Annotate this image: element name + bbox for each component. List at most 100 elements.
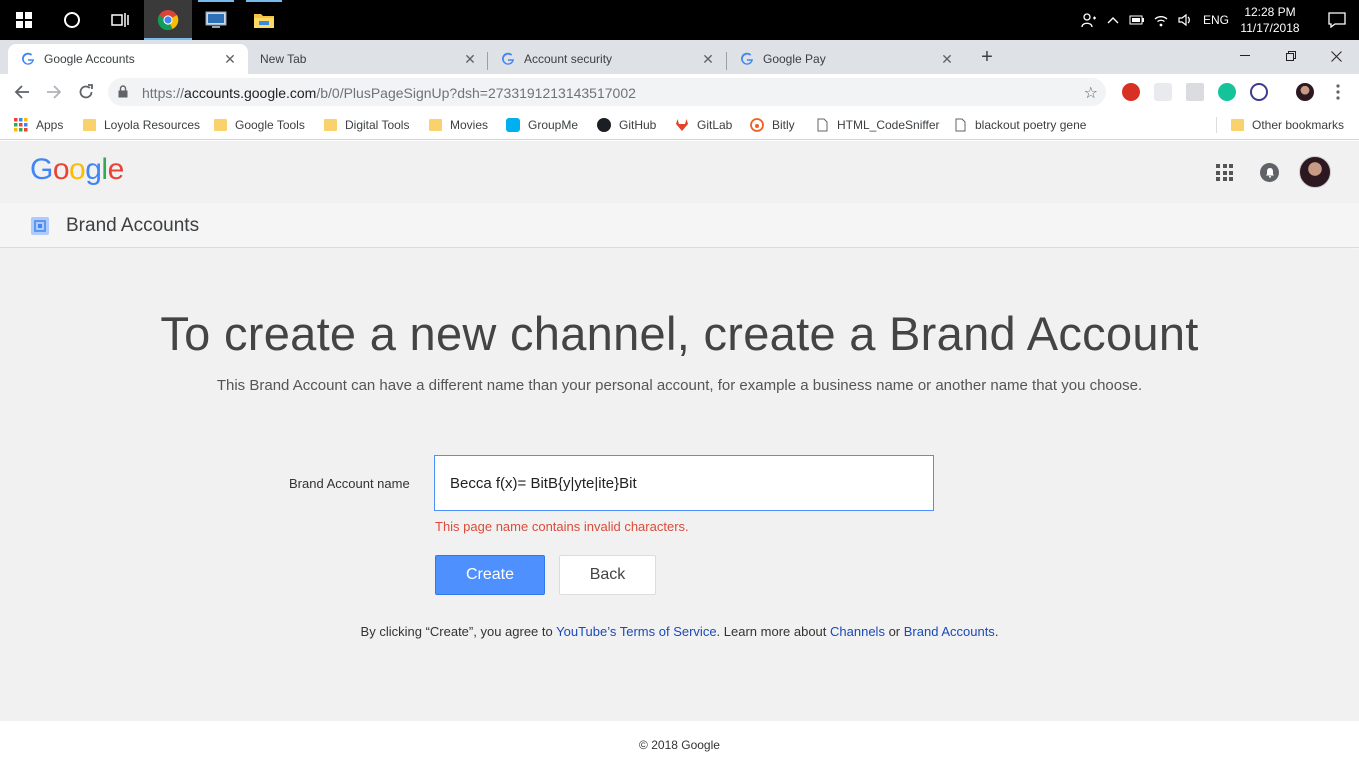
volume-icon[interactable] <box>1173 0 1197 40</box>
page-icon <box>817 118 828 132</box>
windows-taskbar: ENG 12:28 PM 11/17/2018 <box>0 0 1359 40</box>
chevron-up-icon[interactable] <box>1101 0 1125 40</box>
forward-arrow-icon[interactable] <box>42 80 66 104</box>
tab-google-accounts[interactable]: Google Accounts ✕ <box>8 44 248 74</box>
back-arrow-icon[interactable] <box>10 80 34 104</box>
document-extension-icon[interactable] <box>1186 83 1204 101</box>
create-button[interactable]: Create <box>435 555 545 595</box>
bookmark-apps[interactable]: Apps <box>14 116 63 134</box>
channels-link[interactable]: Channels <box>830 624 885 639</box>
url-host: accounts.google.com <box>184 85 317 101</box>
google-g-icon <box>500 51 516 67</box>
lock-icon[interactable] <box>118 85 128 103</box>
youtube-terms-link[interactable]: YouTube’s Terms of Service <box>556 624 716 639</box>
restore-icon[interactable] <box>1268 40 1314 72</box>
apps-grid-icon <box>14 118 28 132</box>
google-header: Google <box>0 141 1359 203</box>
folder-icon <box>83 119 96 131</box>
opera-extension-icon[interactable] <box>1122 83 1140 101</box>
windows-logo-icon <box>16 12 32 28</box>
browser-toolbar: https://accounts.google.com/b/0/PlusPage… <box>0 74 1359 110</box>
groupme-icon <box>506 118 520 132</box>
new-tab-plus-icon[interactable]: + <box>976 46 998 68</box>
bookmark-google-tools[interactable]: Google Tools <box>214 116 305 134</box>
bookmarks-bar: Apps Loyola Resources Google Tools Digit… <box>0 110 1359 140</box>
chrome-tab-strip: Google Accounts ✕ New Tab ✕ Account secu… <box>0 40 1359 74</box>
taskbar-remote-desktop[interactable] <box>192 0 240 40</box>
tab-close-icon[interactable]: ✕ <box>222 51 238 68</box>
tab-account-security[interactable]: Account security ✕ <box>488 44 726 74</box>
page-footer: © 2018 Google <box>0 721 1359 767</box>
google-g-icon <box>739 51 755 67</box>
tab-close-icon[interactable]: ✕ <box>939 51 955 68</box>
clock-time: 12:28 PM <box>1244 5 1296 19</box>
brand-accounts-link[interactable]: Brand Accounts <box>904 624 995 639</box>
brand-account-name-input[interactable] <box>434 455 934 511</box>
tab-close-icon[interactable]: ✕ <box>700 51 716 68</box>
cortana-button[interactable] <box>48 0 96 40</box>
taskbar-file-explorer[interactable] <box>240 0 288 40</box>
validation-error: This page name contains invalid characte… <box>435 519 689 534</box>
folder-icon <box>254 14 274 28</box>
bookmark-digital-tools[interactable]: Digital Tools <box>324 116 409 134</box>
blocker-extension-icon[interactable] <box>1250 83 1268 101</box>
taskbar-chrome[interactable] <box>144 0 192 40</box>
page-icon <box>955 118 966 132</box>
folder-icon <box>324 119 337 131</box>
system-clock[interactable]: 12:28 PM 11/17/2018 <box>1239 4 1301 36</box>
url-text[interactable]: https://accounts.google.com/b/0/PlusPage… <box>142 85 636 101</box>
chrome-menu-icon[interactable] <box>1326 80 1350 104</box>
tab-new-tab[interactable]: New Tab ✕ <box>248 44 488 74</box>
bookmark-label: Other bookmarks <box>1252 118 1345 132</box>
account-avatar[interactable] <box>1299 156 1331 188</box>
copyright-text: © 2018 Google <box>639 738 720 752</box>
wifi-icon[interactable] <box>1149 0 1173 40</box>
brand-accounts-icon <box>31 217 49 235</box>
clock-date: 11/17/2018 <box>1240 21 1300 35</box>
tab-title: Google Pay <box>763 52 826 66</box>
google-logo[interactable]: Google <box>30 153 124 187</box>
terms-middle: . Learn more about <box>716 624 831 639</box>
minimize-icon[interactable] <box>1222 40 1268 72</box>
monitor-icon <box>205 11 227 28</box>
back-button[interactable]: Back <box>559 555 656 595</box>
tab-google-pay[interactable]: Google Pay ✕ <box>727 44 965 74</box>
task-view-icon <box>111 13 129 27</box>
bookmark-gitlab[interactable]: GitLab <box>675 116 732 134</box>
profile-avatar[interactable] <box>1296 83 1314 101</box>
bookmark-other-bookmarks[interactable]: Other bookmarks <box>1231 116 1344 134</box>
bookmark-groupme[interactable]: GroupMe <box>506 116 578 134</box>
bookmark-label: GroupMe <box>528 118 579 132</box>
bookmark-label: GitLab <box>697 118 733 132</box>
google-apps-grid-icon[interactable] <box>1216 164 1233 181</box>
terms-or: or <box>884 624 904 639</box>
tab-close-icon[interactable]: ✕ <box>462 51 478 68</box>
notifications-bell-icon[interactable] <box>1260 163 1279 182</box>
reload-icon[interactable] <box>74 80 98 104</box>
bookmark-loyola-resources[interactable]: Loyola Resources <box>83 116 200 134</box>
github-icon <box>597 118 611 132</box>
address-bar[interactable]: https://accounts.google.com/b/0/PlusPage… <box>108 78 1106 106</box>
bookmark-label: Google Tools <box>235 118 305 132</box>
windows-start-button[interactable] <box>0 0 48 40</box>
bookmark-movies[interactable]: Movies <box>429 116 488 134</box>
bookmark-bitly[interactable]: Bitly <box>750 116 795 134</box>
language-indicator[interactable]: ENG <box>1203 13 1229 27</box>
bookmark-blackout-poetry[interactable]: blackout poetry gene <box>953 116 1088 134</box>
bookmark-star-icon[interactable]: ☆ <box>1084 83 1098 103</box>
notification-icon <box>1328 12 1346 28</box>
battery-icon[interactable] <box>1125 0 1149 40</box>
bookmark-label: HTML_CodeSniffer <box>837 118 940 132</box>
bookmark-github[interactable]: GitHub <box>597 116 656 134</box>
task-view-button[interactable] <box>96 0 144 40</box>
people-icon[interactable] <box>1077 0 1101 40</box>
action-center-button[interactable] <box>1315 0 1359 40</box>
grammarly-extension-icon[interactable] <box>1218 83 1236 101</box>
bookmark-html-codesniffer[interactable]: HTML_CodeSniffer <box>815 116 940 134</box>
chat-extension-icon[interactable] <box>1154 83 1172 101</box>
close-window-icon[interactable] <box>1313 40 1359 72</box>
bookmark-label: Movies <box>450 118 489 132</box>
terms-prefix: By clicking “Create”, you agree to <box>360 624 557 639</box>
gitlab-icon <box>676 119 688 131</box>
cortana-circle-icon <box>64 12 80 28</box>
